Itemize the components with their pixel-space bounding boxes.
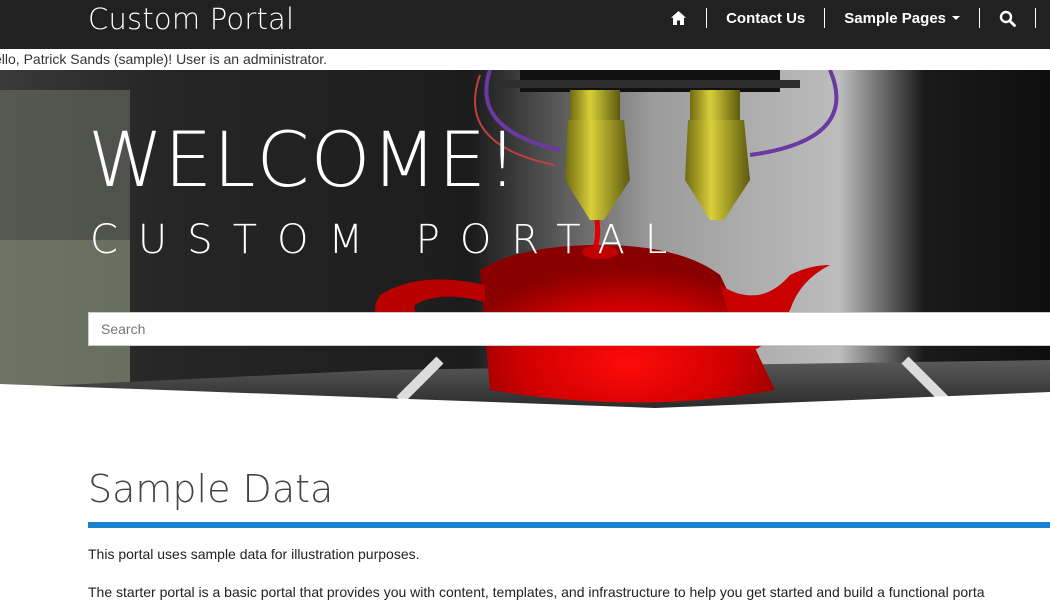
intro-paragraph: This portal uses sample data for illustr… xyxy=(88,546,420,562)
user-greeting: ello, Patrick Sands (sample)! User is an… xyxy=(0,51,328,67)
hero-banner: WELCOME! CUSTOM PORTAL xyxy=(0,70,1050,408)
home-link[interactable] xyxy=(651,0,706,36)
nav-contact-us-label: Contact Us xyxy=(726,9,806,27)
main-nav: Contact Us Sample Pages xyxy=(651,0,1050,36)
nav-sample-pages-dropdown[interactable]: Sample Pages xyxy=(825,0,979,36)
hero-title: WELCOME! xyxy=(88,115,519,204)
search-icon xyxy=(999,10,1016,27)
caret-down-icon xyxy=(952,16,960,20)
section-divider xyxy=(88,522,1050,528)
nav-contact-us[interactable]: Contact Us xyxy=(707,0,824,36)
site-brand[interactable]: Custom Portal xyxy=(88,2,294,36)
nav-sample-pages-label: Sample Pages xyxy=(844,9,946,27)
home-icon xyxy=(671,11,687,25)
search-toggle[interactable] xyxy=(980,0,1035,36)
hero-subtitle: CUSTOM PORTAL xyxy=(90,217,688,263)
description-paragraph: The starter portal is a basic portal tha… xyxy=(88,584,985,600)
section-heading: Sample Data xyxy=(88,467,334,511)
nav-divider xyxy=(1035,8,1036,28)
hero-search-input[interactable] xyxy=(88,312,1050,346)
top-navbar: Custom Portal Contact Us Sample Pages xyxy=(0,0,1050,49)
